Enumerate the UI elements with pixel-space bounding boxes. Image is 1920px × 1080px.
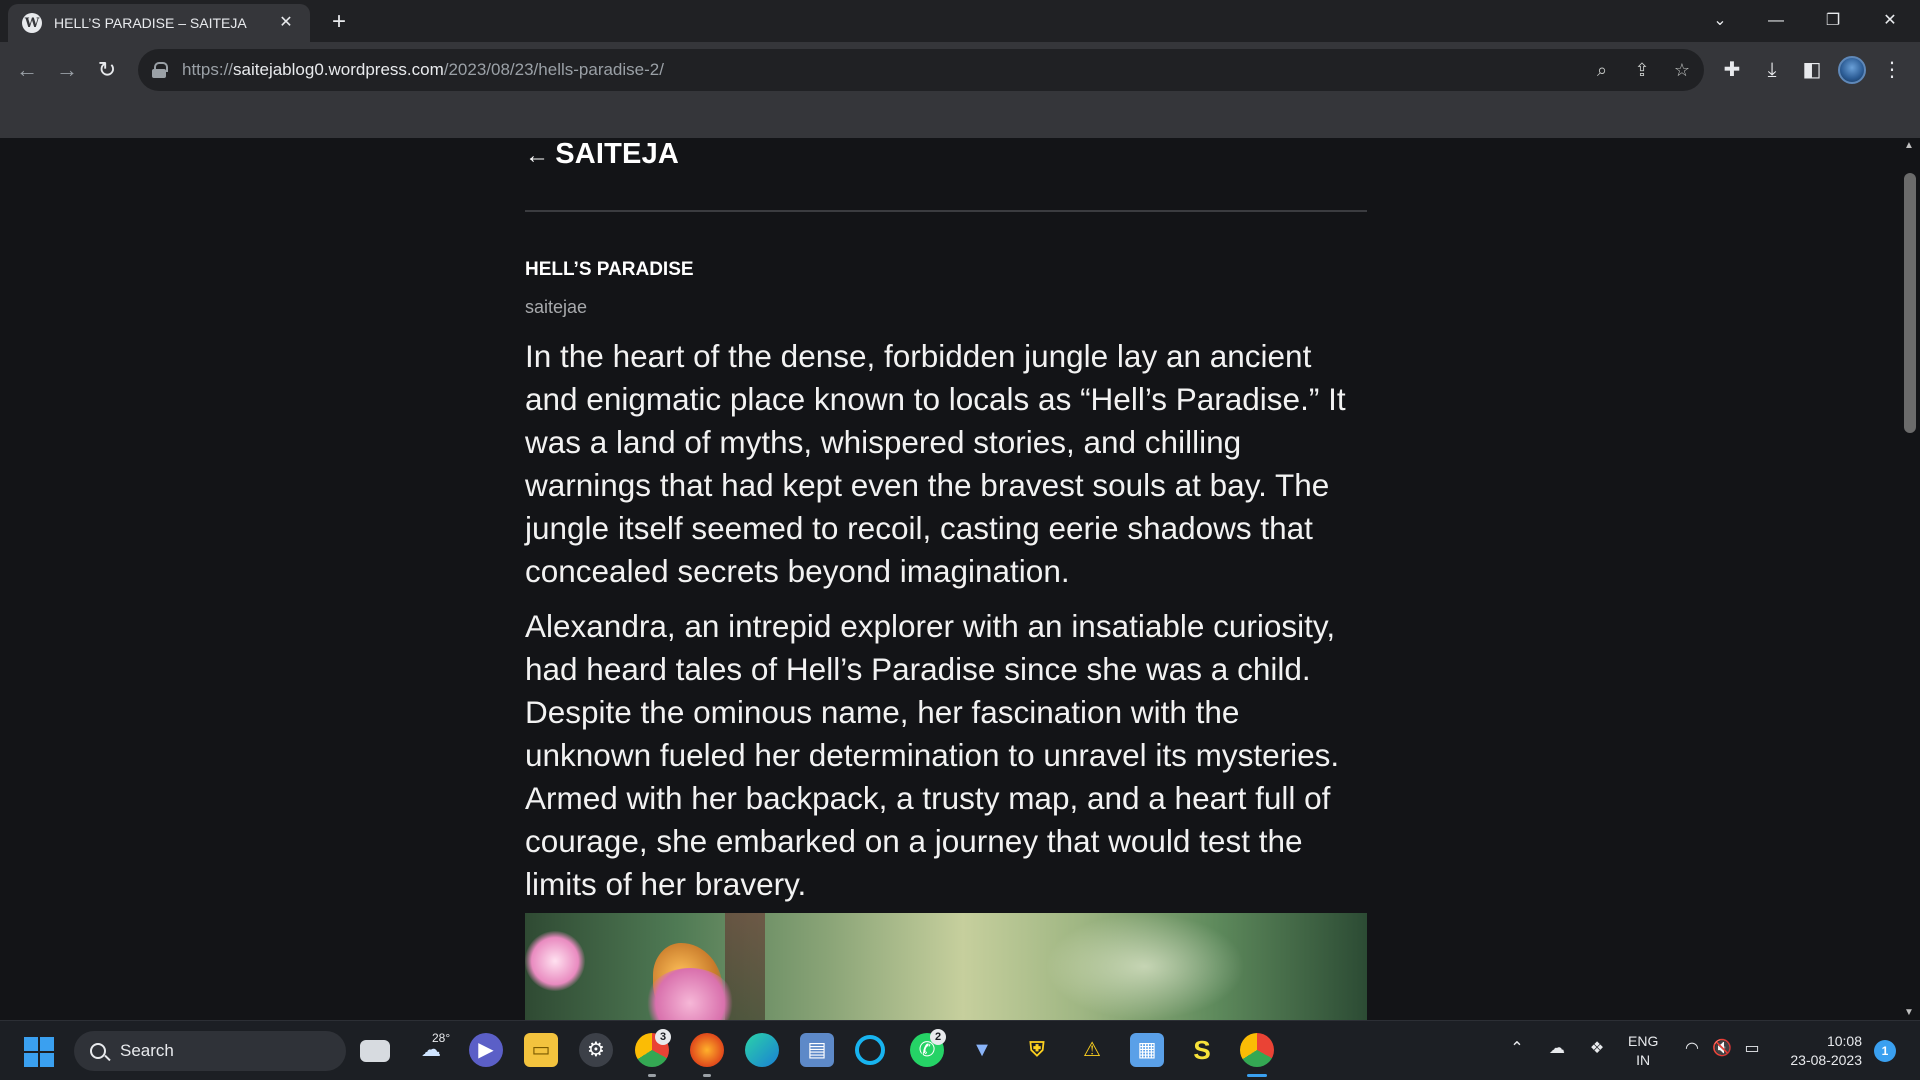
menu-kebab-icon[interactable]: ⋮ [1876,54,1908,86]
restore-button[interactable]: ❐ [1815,6,1851,36]
volume-muted-icon[interactable]: 🔇 [1710,1037,1734,1061]
notification-badge[interactable]: 1 [1874,1040,1896,1062]
language-region: IN [1636,1052,1651,1068]
tab-search-chevron-icon[interactable]: ⌄ [1702,6,1738,36]
teams-chat-icon[interactable]: ▶ [469,1033,503,1067]
url-path: /2023/08/23/hells-paradise-2/ [443,60,664,79]
alexa-icon[interactable] [855,1035,885,1065]
whatsapp-badge: 2 [930,1029,946,1045]
windows-taskbar: Search ☁ 28° ▶ ▭ ⚙ 3 ▤ ✆ 2 ▼ ⛨ ⚠ ▦ S ⌃ ☁… [0,1020,1920,1080]
windows-start-icon[interactable] [24,1037,54,1067]
minimize-button[interactable]: — [1758,6,1794,36]
image-light [1045,913,1245,1020]
dropbox-icon[interactable]: ❖ [1585,1037,1609,1061]
running-indicator [703,1074,711,1077]
security-shield-icon[interactable]: ⛨ [1020,1033,1054,1067]
lock-icon[interactable] [152,62,168,78]
scroll-thumb[interactable] [1904,173,1916,433]
scroll-up-icon[interactable]: ▲ [1904,140,1914,151]
vpn-icon[interactable]: ▼ [965,1033,999,1067]
bookmark-star-icon[interactable]: ☆ [1670,58,1694,82]
language-indicator[interactable]: ENG IN [1628,1032,1658,1070]
close-window-button[interactable]: ✕ [1872,6,1908,36]
clock-time: 10:08 [1826,1033,1862,1049]
language-code: ENG [1628,1033,1659,1049]
search-placeholder: Search [120,1041,174,1060]
browser-tabstrip: W HELL’S PARADISE – SAITEJA ✕ + ⌄ — ❐ ✕ [0,0,1920,42]
image-flower [525,931,585,991]
side-panel-icon[interactable]: ◧ [1796,54,1828,86]
extensions-icon[interactable]: ✚ [1716,54,1748,86]
file-explorer-icon[interactable]: ▭ [524,1033,558,1067]
system-clock[interactable]: 10:08 23-08-2023 [1778,1032,1862,1070]
browser-tab[interactable]: W HELL’S PARADISE – SAITEJA ✕ [8,4,310,42]
task-view-icon[interactable] [360,1040,390,1062]
profile-avatar[interactable] [1838,56,1866,84]
address-bar[interactable]: https://saitejablog0.wordpress.com/2023/… [138,49,1704,91]
chrome-active-icon[interactable] [1240,1033,1274,1067]
zoom-icon[interactable]: ⌕ [1590,58,1614,82]
show-hidden-icons-chevron-icon[interactable]: ⌃ [1505,1037,1529,1061]
site-title: SAITEJA [555,138,680,170]
sublime-text-icon[interactable]: S [1185,1033,1219,1067]
scroll-down-icon[interactable]: ▼ [1904,1007,1914,1018]
search-icon [90,1043,106,1059]
page-scrollbar[interactable]: ▲ ▼ [1900,138,1920,1020]
url-host: saitejablog0.wordpress.com [233,60,444,79]
post-title: HELL’S PARADISE [525,259,694,280]
back-button[interactable]: ← [11,54,43,86]
chrome-badge: 3 [655,1029,671,1045]
browser-toolbar: ← → ↻ https://saitejablog0.wordpress.com… [0,42,1920,138]
web-page: ← SAITEJA HELL’S PARADISE saitejae In the… [0,138,1900,1020]
close-tab-icon[interactable]: ✕ [276,13,296,33]
battery-icon[interactable]: ▭ [1740,1037,1764,1061]
onedrive-icon[interactable]: ☁ [1545,1037,1569,1061]
post-body: In the heart of the dense, forbidden jun… [525,335,1367,918]
download-icon[interactable]: ⤓ [1756,54,1788,86]
post-image [525,913,1367,1020]
reload-button[interactable]: ↻ [91,54,123,86]
header-divider [525,210,1367,212]
warning-icon[interactable]: ⚠ [1075,1033,1109,1067]
taskbar-search[interactable]: Search [74,1031,346,1071]
post-paragraph: In the heart of the dense, forbidden jun… [525,338,1346,589]
weather-temperature: 28° [432,1031,451,1045]
new-tab-button[interactable]: + [325,8,353,36]
post-paragraph: Alexandra, an intrepid explorer with an … [525,608,1340,902]
photos-icon[interactable]: ▤ [800,1033,834,1067]
active-indicator [1247,1074,1267,1077]
site-title-link[interactable]: ← SAITEJA [525,138,679,171]
tab-title: HELL’S PARADISE – SAITEJA [54,15,247,31]
settings-gear-icon[interactable]: ⚙ [579,1033,613,1067]
forward-button[interactable]: → [51,54,83,86]
share-icon[interactable]: ⇪ [1630,58,1654,82]
clock-date: 23-08-2023 [1790,1052,1862,1068]
notepad-icon[interactable]: ▦ [1130,1033,1164,1067]
post-author-link[interactable]: saitejae [525,297,587,318]
wifi-icon[interactable]: ◠ [1680,1037,1704,1061]
running-indicator [648,1074,656,1077]
wordpress-icon: W [22,13,42,33]
firefox-icon[interactable] [690,1033,724,1067]
url-text[interactable]: https://saitejablog0.wordpress.com/2023/… [182,60,664,80]
back-arrow-icon: ← [525,142,550,169]
url-scheme: https:// [182,60,234,79]
edge-icon[interactable] [745,1033,779,1067]
